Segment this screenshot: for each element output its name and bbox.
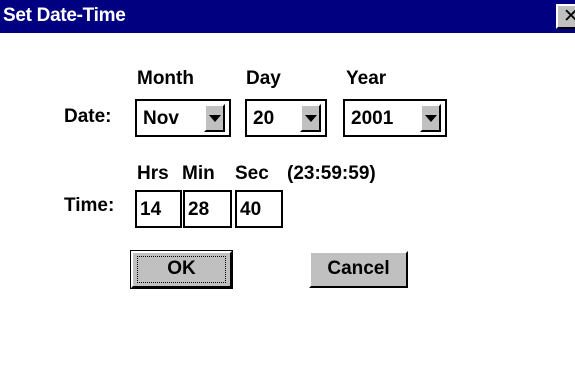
- cancel-button[interactable]: Cancel: [309, 251, 408, 288]
- month-value: Nov: [143, 108, 179, 129]
- title-bar: Set Date-Time ✕: [0, 0, 575, 33]
- year-value: 2001: [351, 108, 394, 129]
- min-header: Min: [182, 163, 215, 184]
- window-title: Set Date-Time: [3, 5, 126, 26]
- close-button[interactable]: ✕: [556, 4, 575, 29]
- hrs-header: Hrs: [137, 163, 169, 184]
- cancel-label: Cancel: [327, 258, 390, 279]
- day-value: 20: [253, 108, 275, 129]
- ok-button[interactable]: OK: [130, 250, 233, 289]
- close-icon: ✕: [563, 5, 575, 27]
- chevron-down-icon[interactable]: [300, 104, 321, 132]
- time-label: Time:: [64, 195, 115, 216]
- month-header: Month: [137, 68, 194, 89]
- seconds-input[interactable]: 40: [235, 190, 283, 228]
- chevron-down-icon[interactable]: [204, 104, 225, 132]
- day-select[interactable]: 20: [245, 99, 327, 137]
- time-format-hint: (23:59:59): [287, 163, 376, 184]
- month-select[interactable]: Nov: [135, 99, 231, 137]
- year-select[interactable]: 2001: [343, 99, 447, 137]
- date-label: Date:: [64, 106, 112, 127]
- focus-rect: [137, 256, 226, 283]
- minutes-input[interactable]: 28: [183, 190, 232, 228]
- day-header: Day: [246, 68, 281, 89]
- sec-header: Sec: [235, 163, 269, 184]
- hours-input[interactable]: 14: [135, 190, 182, 228]
- year-header: Year: [346, 68, 387, 89]
- chevron-down-icon[interactable]: [420, 104, 441, 132]
